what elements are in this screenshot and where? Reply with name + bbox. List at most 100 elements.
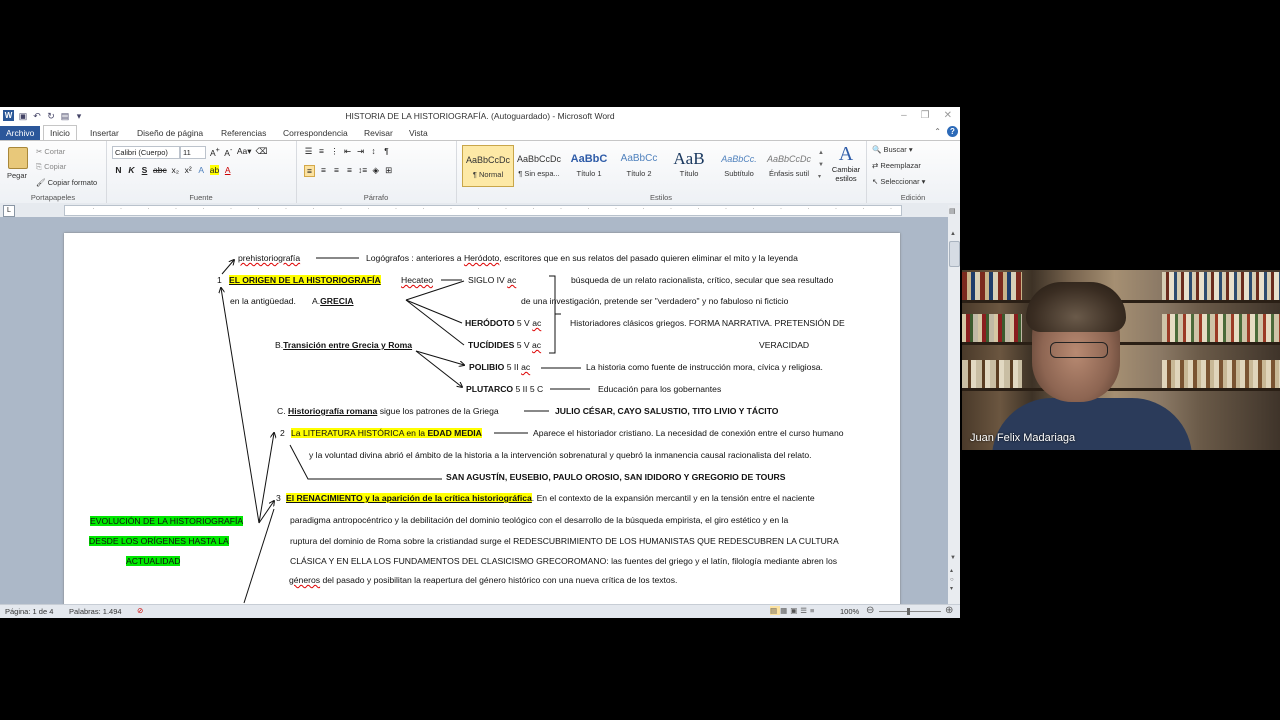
style-titulo-2[interactable]: AaBbCc Título 2 [614, 145, 664, 185]
shrink-font-icon[interactable]: A- [224, 146, 233, 158]
doc-text-span: ACTUALIDAD [126, 556, 181, 566]
multilevel-list-icon[interactable]: ⋮ [330, 146, 339, 157]
align-left-icon[interactable]: ≡ [304, 165, 315, 177]
bullets-icon[interactable]: ☰ [304, 146, 313, 157]
font-name-combo[interactable]: Calibri (Cuerpo) [112, 146, 180, 159]
doc-text: POLIBIO 5 II ac [469, 362, 530, 373]
replace-button[interactable]: ⇄ Reemplazar [872, 161, 921, 170]
style-preview: AaBbCc [620, 153, 658, 164]
doc-text: Historiadores clásicos griegos. FORMA NA… [570, 318, 845, 328]
ruler-tick: · [670, 206, 672, 212]
increase-indent-icon[interactable]: ⇥ [356, 146, 365, 157]
tab-correspondencia[interactable]: Correspondencia [277, 126, 354, 140]
tab-vista[interactable]: Vista [403, 126, 434, 140]
paste-icon[interactable] [8, 147, 28, 169]
change-styles-button[interactable]: A Cambiar estilos [828, 143, 864, 183]
zoom-in-icon[interactable]: ⊕ [945, 605, 953, 616]
horizontal-ruler[interactable]: L · · · · · · · · · · · · · · · · · · · · · · · · · · · · · · [0, 203, 960, 217]
tab-diseno-pagina[interactable]: Diseño de página [131, 126, 209, 140]
italic-button[interactable]: K [127, 165, 136, 175]
style-enfasis-sutil[interactable]: AaBbCcDc Énfasis sutil [764, 145, 814, 185]
help-icon[interactable]: ? [947, 126, 958, 137]
scroll-thumb[interactable] [949, 241, 960, 267]
text-effects-icon[interactable]: A [197, 165, 206, 175]
tab-revisar[interactable]: Revisar [358, 126, 399, 140]
zoom-slider-thumb[interactable] [907, 608, 910, 615]
change-styles-label: Cambiar estilos [831, 165, 861, 183]
line-spacing-icon[interactable]: ↕≡ [358, 165, 367, 177]
bold-button[interactable]: N [114, 165, 123, 175]
cut-button[interactable]: ✂ Cortar [36, 147, 65, 156]
ruler-toggle-icon[interactable]: ▤ [949, 207, 956, 215]
style-sin-espaciado[interactable]: AaBbCcDc ¶ Sin espa... [514, 145, 564, 185]
tab-selector-icon[interactable]: L [3, 205, 15, 217]
style-titulo[interactable]: AaB Título [664, 145, 714, 185]
align-right-icon[interactable]: ≡ [332, 165, 341, 177]
style-normal[interactable]: AaBbCcDc ¶ Normal [462, 145, 514, 187]
font-size-combo[interactable]: 11 [180, 146, 206, 159]
web-layout-icon[interactable]: ▣ [790, 606, 800, 615]
decrease-indent-icon[interactable]: ⇤ [343, 146, 352, 157]
find-button[interactable]: 🔍 Buscar ▾ [872, 145, 913, 154]
word-count[interactable]: Palabras: 1.494 [69, 607, 122, 616]
tab-referencias[interactable]: Referencias [215, 126, 272, 140]
change-styles-icon: A [838, 143, 854, 165]
highlight-icon[interactable]: ab [209, 165, 220, 175]
style-titulo-1[interactable]: AaBbC Título 1 [564, 145, 614, 185]
justify-icon[interactable]: ≡ [345, 165, 354, 177]
paste-button[interactable]: Pegar [7, 171, 27, 180]
superscript-icon[interactable]: x² [184, 165, 193, 175]
video-tile[interactable]: Juan Felix Madariaga [962, 270, 1280, 450]
proofing-icon[interactable]: ⊘ [137, 606, 143, 615]
tab-inicio[interactable]: Inicio [43, 125, 77, 141]
grow-font-icon[interactable]: A+ [210, 146, 220, 158]
change-case-icon[interactable]: Aa▾ [237, 146, 252, 158]
clear-format-icon[interactable]: ⌫ [255, 146, 267, 158]
close-icon[interactable]: ✕ [944, 110, 952, 121]
shading-icon[interactable]: ◈ [371, 165, 380, 177]
scroll-down-icon[interactable]: ▼ [950, 555, 956, 561]
draft-icon[interactable]: ≡ [810, 606, 817, 615]
numbering-icon[interactable]: ≡ [317, 146, 326, 157]
zoom-level[interactable]: 100% [840, 607, 859, 616]
subscript-icon[interactable]: x₂ [171, 165, 180, 175]
minimize-icon[interactable]: – [901, 110, 907, 121]
style-name: Título 2 [626, 169, 652, 178]
doc-text-span: 5 II [506, 362, 519, 372]
outline-icon[interactable]: ☰ [800, 606, 810, 615]
tab-archivo[interactable]: Archivo [0, 126, 41, 140]
styles-scroll-icon[interactable]: ▲ ▼ ▾ [818, 147, 824, 183]
browse-object-icon[interactable]: ▴ ○ ▾ [950, 567, 954, 594]
show-marks-icon[interactable]: ¶ [382, 146, 391, 157]
minimize-ribbon-icon[interactable]: ⌃ [934, 127, 941, 136]
ruler-bar[interactable]: · · · · · · · · · · · · · · · · · · · · · · · · · · · · · · [64, 205, 902, 216]
zoom-slider[interactable] [879, 611, 941, 612]
print-layout-icon[interactable]: ▤ [770, 606, 781, 615]
doc-text-span: del pasado y posibilitan la reapertura d… [320, 575, 678, 585]
full-screen-icon[interactable]: ▦ [780, 606, 790, 615]
ruler-tick: · [725, 206, 727, 212]
page-count[interactable]: Página: 1 de 4 [5, 607, 53, 616]
vertical-scrollbar[interactable]: ▤ ▲ ▼ ▴ ○ ▾ [948, 205, 960, 604]
copy-button[interactable]: ⎘ Copiar [36, 162, 66, 172]
tab-insertar[interactable]: Insertar [84, 126, 125, 140]
copy-label: Copiar [44, 162, 67, 171]
sort-icon[interactable]: ↕ [369, 146, 378, 157]
doc-text: SIGLO IV ac [468, 275, 516, 286]
document-page[interactable]: prehistoriografía Logógrafos : anteriore… [64, 233, 900, 604]
align-center-icon[interactable]: ≡ [319, 165, 328, 177]
font-color-icon[interactable]: A [223, 165, 232, 175]
underline-button[interactable]: S [140, 165, 149, 175]
doc-text-span: ac [532, 340, 542, 350]
status-bar: Página: 1 de 4 Palabras: 1.494 ⊘ ▤▦▣☰≡ 1… [0, 604, 960, 618]
style-subtitulo[interactable]: AaBbCc. Subtítulo [714, 145, 764, 185]
shelf-shape [962, 342, 1280, 345]
scroll-up-icon[interactable]: ▲ [950, 231, 956, 237]
restore-icon[interactable]: ❐ [921, 110, 930, 121]
strikethrough-icon[interactable]: abc [153, 165, 167, 175]
books-shape [1162, 360, 1280, 388]
select-button[interactable]: ↖ Seleccionar ▾ [872, 177, 925, 186]
borders-icon[interactable]: ⊞ [384, 165, 393, 177]
format-painter-button[interactable]: 🖌 Copiar formato [36, 178, 97, 187]
zoom-out-icon[interactable]: ⊖ [866, 605, 874, 616]
